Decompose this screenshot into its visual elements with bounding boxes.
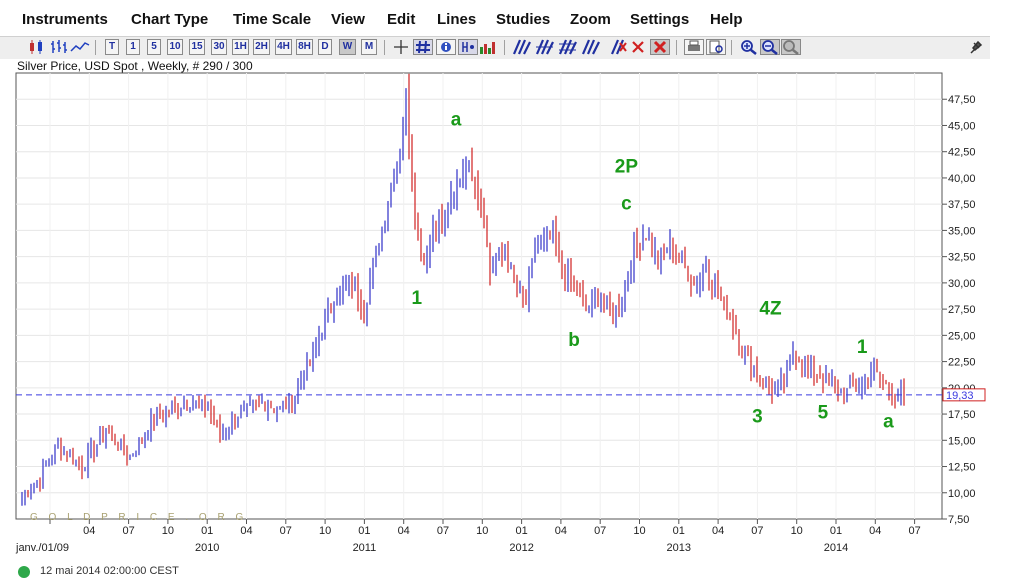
x-year-label: 2010 [195, 542, 219, 554]
x-tick-label: 01 [515, 525, 527, 537]
x-tick-label: 04 [240, 525, 252, 537]
wave-annotation: 5 [818, 402, 829, 423]
x-year-label: 2011 [353, 542, 377, 554]
watermark: G O L D P R I C E . O R G [30, 512, 247, 523]
y-tick-label: 12,50 [948, 462, 976, 474]
price-chart[interactable]: 7,5010,0012,5015,0017,5020,0022,5025,002… [0, 0, 1024, 575]
wave-annotation: 2P [615, 157, 639, 178]
y-tick-label: 22,50 [948, 357, 976, 369]
y-tick-label: 37,50 [948, 199, 976, 211]
y-tick-label: 27,50 [948, 304, 976, 316]
x-tick-label: 04 [555, 525, 567, 537]
wave-annotation: a [451, 109, 462, 130]
y-tick-label: 15,00 [948, 435, 976, 447]
wave-annotation: 1 [412, 288, 423, 309]
x-tick-label: 10 [162, 525, 174, 537]
current-price-label: 19,33 [946, 390, 974, 402]
x-tick-label: 01 [673, 525, 685, 537]
x-tick-label: 07 [437, 525, 449, 537]
x-tick-label: 04 [83, 525, 95, 537]
y-tick-label: 7,50 [948, 514, 969, 526]
x-tick-label: 04 [869, 525, 881, 537]
x-tick-label: 01 [201, 525, 213, 537]
wave-annotation: 1 [857, 337, 868, 358]
y-tick-label: 25,00 [948, 330, 976, 342]
x-tick-label: 04 [398, 525, 410, 537]
plot-area [15, 72, 943, 520]
wave-annotation: c [621, 193, 632, 214]
y-tick-label: 10,00 [948, 488, 976, 500]
x-tick-label: 04 [712, 525, 724, 537]
y-tick-label: 45,00 [948, 120, 976, 132]
x-tick-label: 01 [830, 525, 842, 537]
wave-annotation: b [568, 330, 580, 351]
x-tick-label: 07 [908, 525, 920, 537]
wave-annotation: 3 [752, 406, 763, 427]
y-tick-label: 47,50 [948, 94, 976, 106]
x-tick-label: 10 [319, 525, 331, 537]
y-tick-label: 30,00 [948, 278, 976, 290]
x-year-label: 2014 [824, 542, 848, 554]
x-tick-label: 10 [476, 525, 488, 537]
x-year-label: 2013 [667, 542, 691, 554]
wave-annotation: 4Z [759, 298, 782, 319]
y-tick-label: 17,50 [948, 409, 976, 421]
y-tick-label: 32,50 [948, 252, 976, 264]
y-tick-label: 35,00 [948, 225, 976, 237]
x-tick-label: 07 [280, 525, 292, 537]
x-tick-label: 10 [633, 525, 645, 537]
x-tick-label: 01 [358, 525, 370, 537]
y-tick-label: 40,00 [948, 173, 976, 185]
x-tick-label: 07 [751, 525, 763, 537]
y-tick-label: 42,50 [948, 147, 976, 159]
x-tick-label: 10 [791, 525, 803, 537]
x-tick-label: janv./01/09 [15, 542, 69, 554]
x-year-label: 2012 [509, 542, 533, 554]
wave-annotation: a [883, 412, 894, 433]
x-tick-label: 07 [594, 525, 606, 537]
status-icon [18, 566, 30, 578]
status-timestamp: 12 mai 2014 02:00:00 CEST [40, 565, 179, 577]
x-tick-label: 07 [122, 525, 134, 537]
